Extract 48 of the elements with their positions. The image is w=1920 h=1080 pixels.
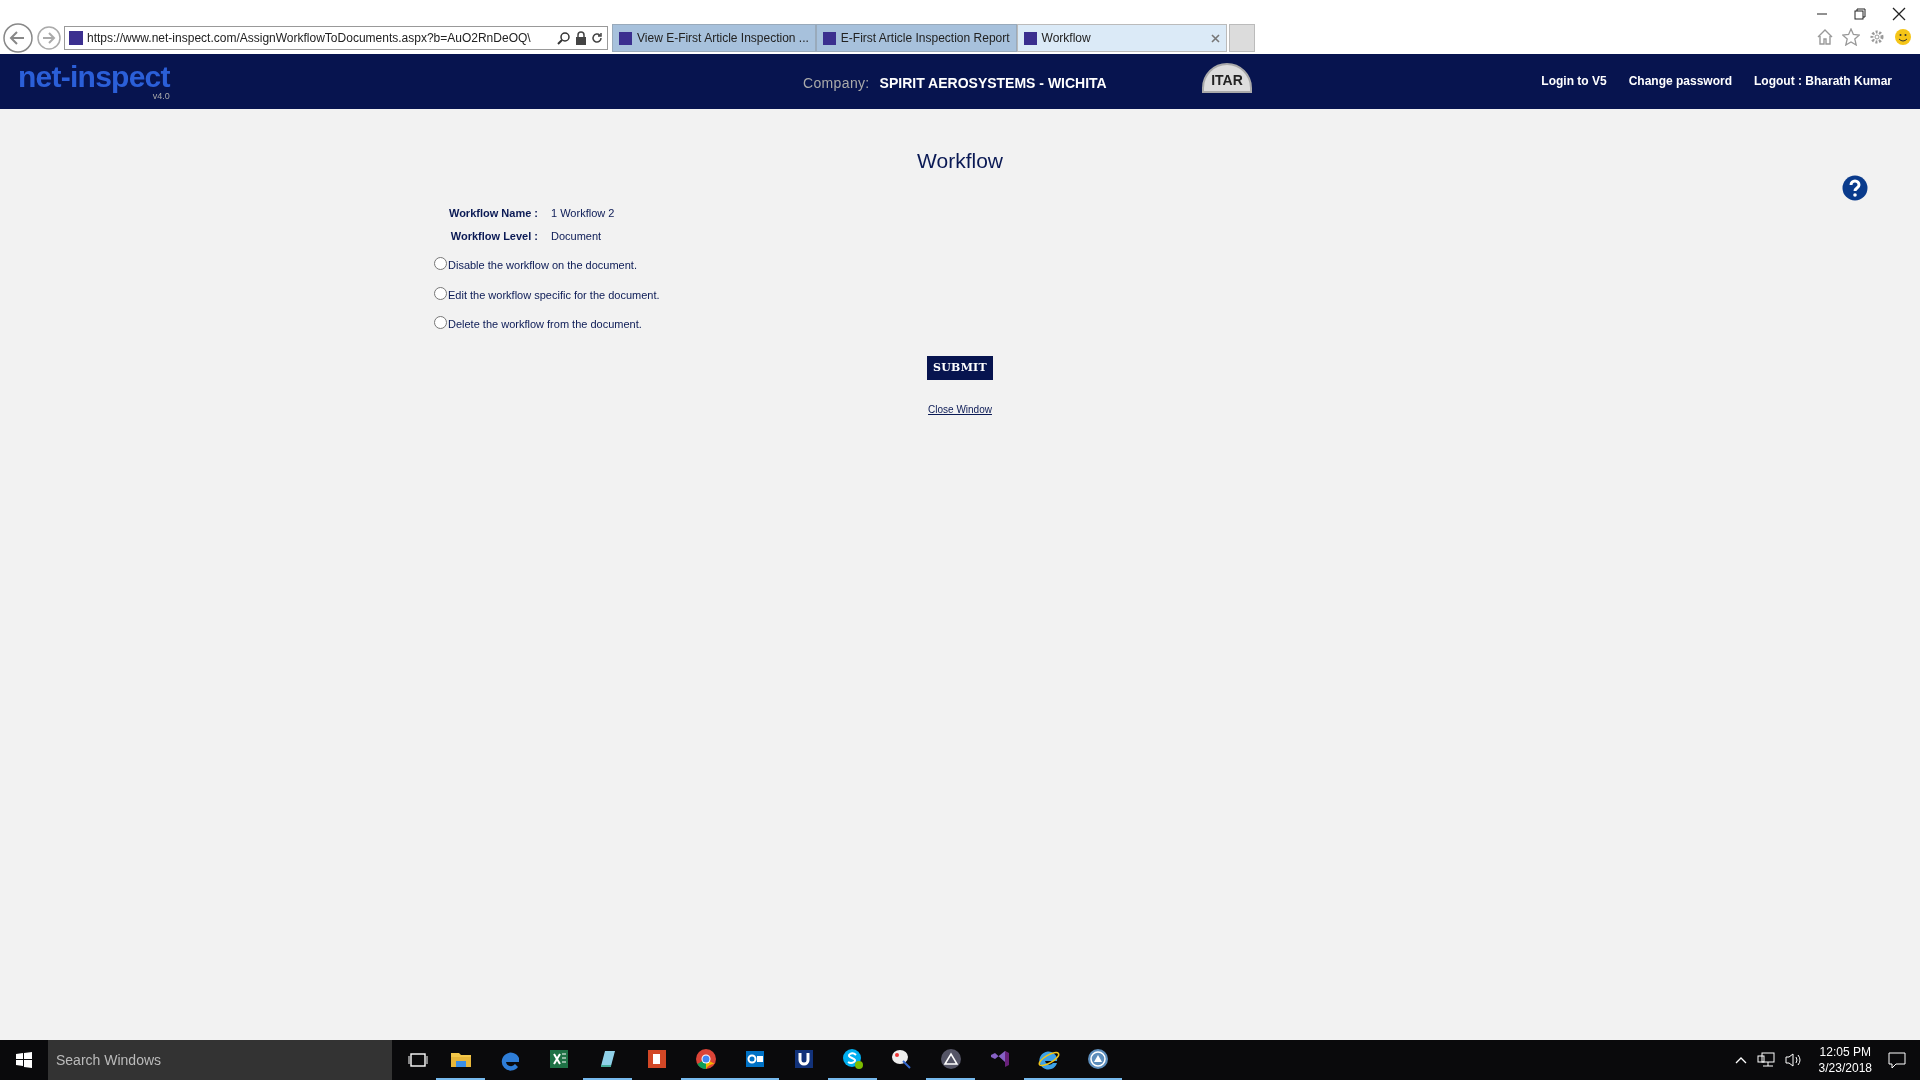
address-bar[interactable]: https://www.net-inspect.com/AssignWorkflowToDocuments.aspx?b=AuO2RnDeOQ\ bbox=[64, 26, 608, 50]
site-icon bbox=[619, 31, 632, 45]
option-label[interactable]: Disable the workflow on the document. bbox=[448, 257, 637, 274]
close-window-link[interactable]: Close Window bbox=[928, 402, 992, 417]
company-name: SPIRIT AEROSYSTEMS - WICHITA bbox=[879, 74, 1107, 93]
browser-tab[interactable]: E-First Article Inspection Report bbox=[815, 24, 1017, 52]
close-tab-icon[interactable] bbox=[1210, 33, 1220, 43]
site-icon bbox=[822, 31, 836, 45]
site-icon bbox=[1023, 31, 1037, 45]
version-label: v4.0 bbox=[152, 92, 170, 101]
task-view-icon[interactable] bbox=[408, 1052, 428, 1068]
field-value: Document bbox=[551, 228, 602, 244]
chevron-up-icon[interactable] bbox=[1734, 1056, 1747, 1064]
back-icon[interactable] bbox=[2, 22, 34, 54]
page-title: Workflow bbox=[916, 148, 1004, 174]
home-icon[interactable] bbox=[1816, 28, 1834, 46]
radio-button[interactable] bbox=[434, 286, 447, 300]
network-icon[interactable] bbox=[1756, 1052, 1775, 1068]
star-icon[interactable] bbox=[1842, 28, 1860, 46]
smiley-icon[interactable] bbox=[1894, 28, 1912, 46]
settings-icon[interactable] bbox=[1868, 28, 1886, 46]
search-icon[interactable] bbox=[557, 31, 571, 45]
windows-start-icon[interactable] bbox=[16, 1052, 32, 1068]
refresh-icon[interactable] bbox=[591, 32, 603, 44]
site-icon bbox=[69, 31, 83, 45]
clock-time[interactable]: 12:05 PM bbox=[1819, 1044, 1871, 1060]
header-link[interactable]: Login to V5 bbox=[1541, 72, 1607, 90]
search-field[interactable]: Search Windows bbox=[48, 1040, 392, 1080]
itar-badge: ITAR bbox=[1202, 63, 1252, 93]
notifications-icon[interactable] bbox=[1888, 1051, 1906, 1069]
browser-tab[interactable]: Workflow bbox=[1016, 24, 1227, 52]
company-label: Company: bbox=[803, 74, 870, 93]
header-link[interactable]: Logout : Bharath Kumar bbox=[1754, 72, 1892, 90]
help-icon[interactable] bbox=[1842, 175, 1868, 201]
lock-icon bbox=[575, 31, 587, 45]
header-link[interactable]: Change password bbox=[1628, 72, 1732, 90]
field-value: 1 Workflow 2 bbox=[551, 206, 615, 221]
url-text: https://www.net-inspect.com/AssignWorkflowToDocuments.aspx?b=AuO2RnDeOQ\ bbox=[87, 30, 532, 47]
option-label[interactable]: Delete the workflow from the document. bbox=[448, 316, 642, 333]
field-label: Workflow Level : bbox=[449, 228, 539, 244]
option-label[interactable]: Edit the workflow specific for the document. bbox=[448, 286, 660, 303]
browser-tab[interactable]: View E-First Article Inspection ... bbox=[612, 24, 816, 52]
radio-button[interactable] bbox=[434, 257, 447, 271]
clock-date[interactable]: 3/23/2018 bbox=[1818, 1060, 1872, 1076]
submit-button[interactable]: SUBMIT bbox=[927, 356, 993, 380]
field-label: Workflow Name : bbox=[447, 206, 539, 221]
radio-button[interactable] bbox=[434, 316, 447, 330]
volume-icon[interactable] bbox=[1784, 1052, 1803, 1068]
